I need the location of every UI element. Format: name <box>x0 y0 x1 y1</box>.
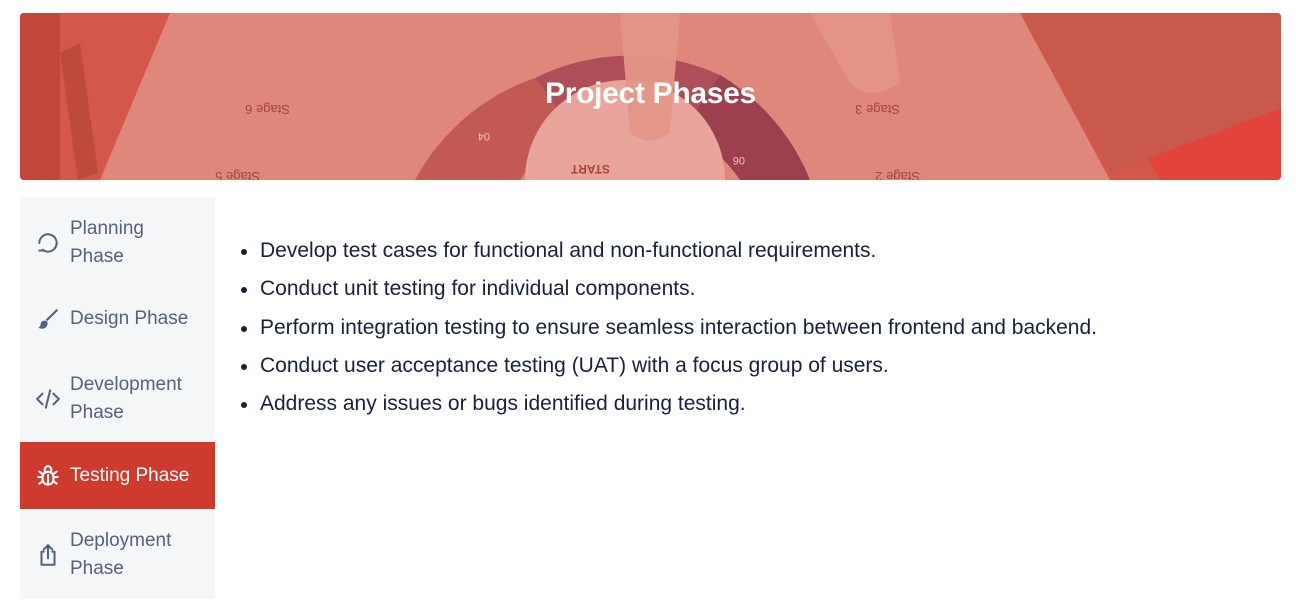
list-item: Develop test cases for functional and no… <box>241 232 1272 270</box>
banner-label-start: START <box>570 162 610 176</box>
phase-content: Develop test cases for functional and no… <box>232 232 1272 423</box>
page-title: Project Phases <box>545 77 756 110</box>
code-icon <box>34 385 62 413</box>
sidebar-item-testing-phase[interactable]: Testing Phase <box>20 442 215 509</box>
sidebar-item-label: Design Phase <box>70 308 189 329</box>
sidebar-item-design-phase[interactable]: Design Phase <box>20 305 215 333</box>
brush-icon <box>34 305 62 333</box>
phase-sidebar: Planning Phase Design Phase Development … <box>20 197 215 599</box>
refresh-arrows-icon <box>34 229 62 257</box>
banner-label-06: 06 <box>733 154 745 166</box>
list-item: Conduct unit testing for individual comp… <box>241 270 1272 308</box>
sidebar-item-label: Phase <box>70 246 124 267</box>
sidebar-item-label: Planning <box>70 218 144 239</box>
sidebar-item-label: Phase <box>70 402 124 423</box>
list-item: Perform integration testing to ensure se… <box>241 309 1272 347</box>
banner-label-stage-5: Stage 5 <box>215 169 260 180</box>
banner-label-04: 04 <box>478 130 490 142</box>
task-list: Develop test cases for functional and no… <box>232 232 1272 423</box>
share-upload-icon <box>34 541 62 569</box>
list-item: Address any issues or bugs identified du… <box>241 385 1272 423</box>
sidebar-item-label: Testing Phase <box>70 464 190 486</box>
banner-label-stage-2: Stage 2 <box>875 169 920 180</box>
sidebar-item-planning-phase[interactable]: Planning Phase <box>20 213 215 273</box>
sidebar-item-deployment-phase[interactable]: Deployment Phase <box>20 525 215 585</box>
list-item: Conduct user acceptance testing (UAT) wi… <box>241 347 1272 385</box>
sidebar-item-development-phase[interactable]: Development Phase <box>20 369 215 429</box>
sidebar-item-label: Phase <box>70 558 124 579</box>
sidebar-item-label: Development <box>70 374 182 395</box>
header-banner: Stage 6 Stage 3 04 START 06 Stage 5 Stag… <box>20 13 1281 180</box>
sidebar-item-label: Deployment <box>70 530 172 551</box>
bug-icon <box>34 462 62 490</box>
